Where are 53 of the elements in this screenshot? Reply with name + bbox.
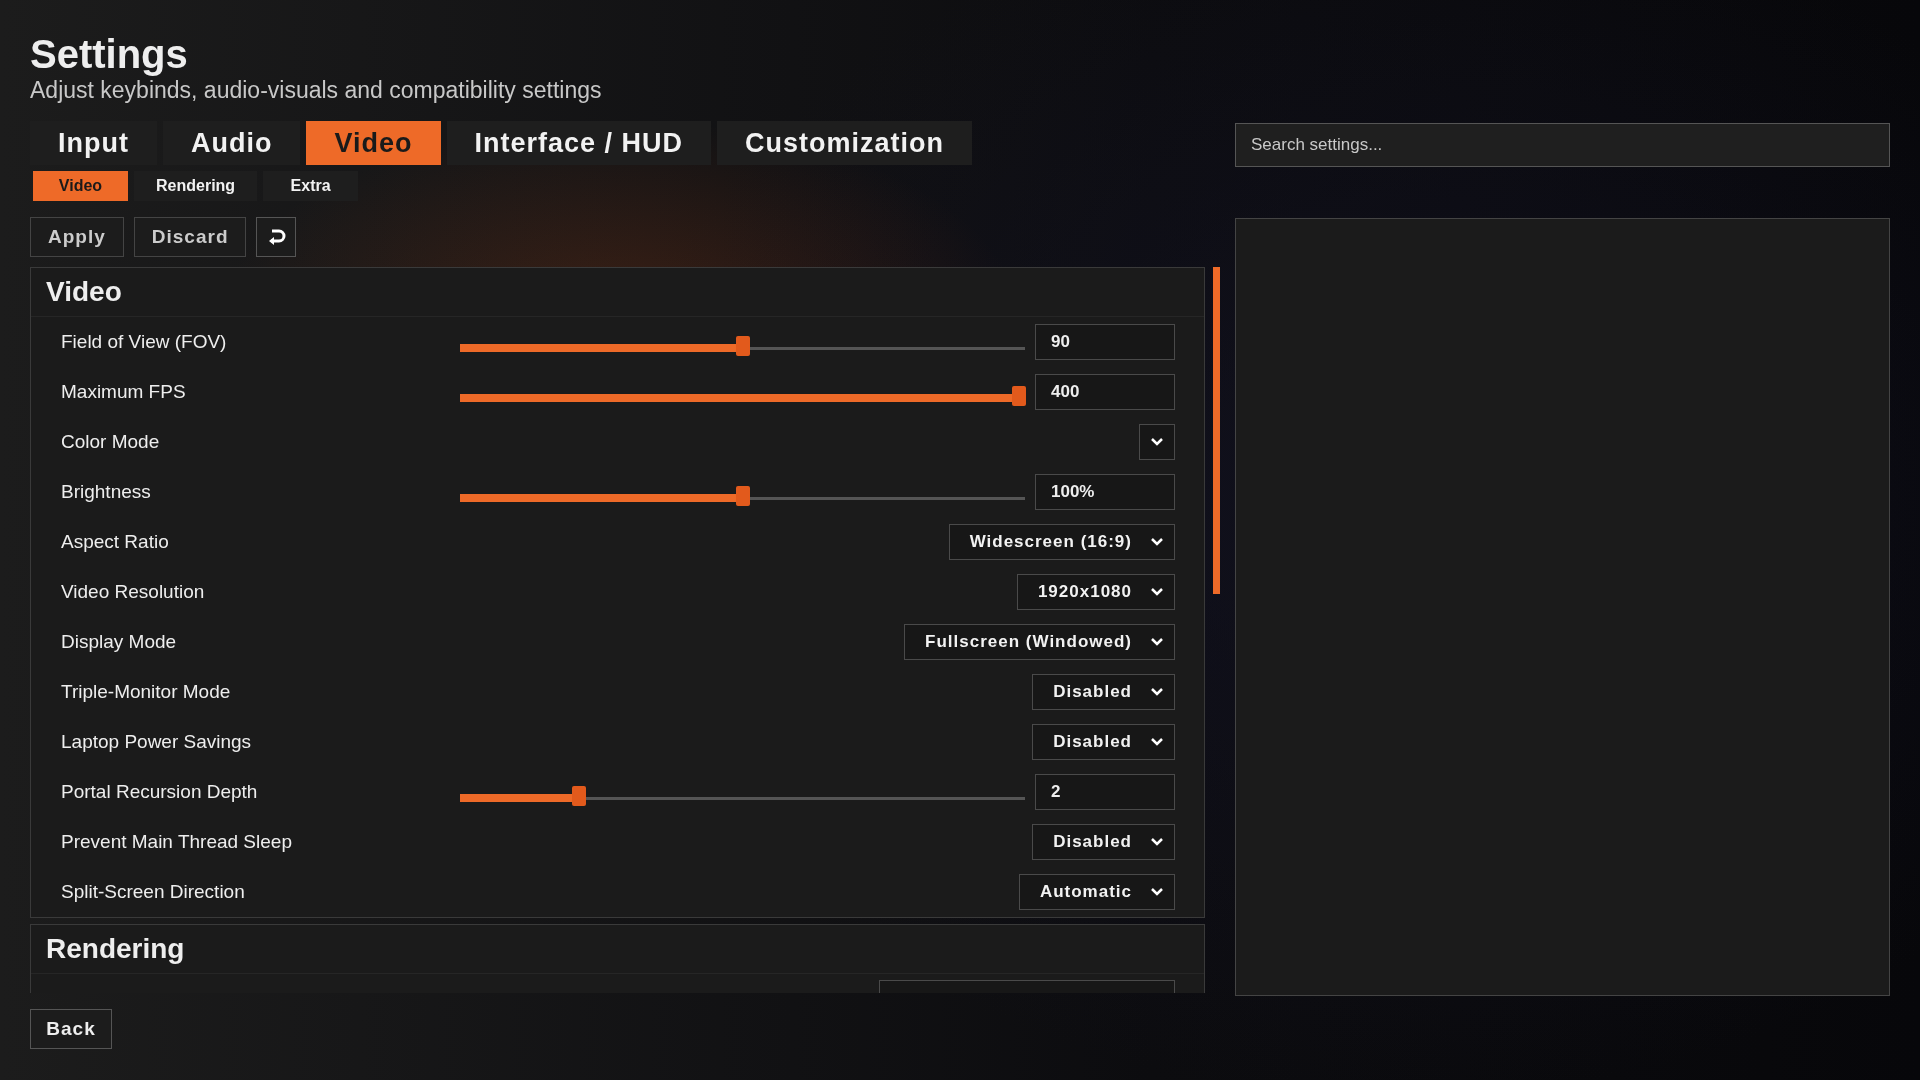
slider-handle[interactable]	[735, 336, 750, 356]
action-button[interactable]: Discard	[133, 217, 247, 257]
section-title: Video	[31, 268, 1204, 317]
setting-label: Prevent Main Thread Sleep	[61, 831, 293, 853]
search-field[interactable]: Search settings...	[1235, 123, 1890, 167]
chevron-down-icon	[1150, 437, 1164, 447]
setting-label: Aspect Ratio	[61, 531, 170, 553]
setting-label: Laptop Power Savings	[61, 731, 253, 753]
dropdown[interactable]: Widescreen (16:9)	[948, 524, 1175, 560]
dropdown[interactable]: 1920x1080	[1016, 574, 1175, 610]
setting-label: Color Mode	[61, 431, 161, 453]
page-subtitle: Adjust keybinds, audio-visuals and compatibility settings	[30, 76, 603, 104]
setting-label: Maximum FPS	[61, 381, 187, 403]
chevron-down-icon	[1150, 537, 1164, 547]
value-field[interactable]: 400	[1035, 374, 1175, 410]
dropdown[interactable]	[1139, 424, 1175, 460]
reset-button[interactable]	[256, 217, 297, 257]
dropdown[interactable]: Disabled	[1032, 824, 1175, 860]
value-field[interactable]: 90	[1035, 324, 1175, 360]
setting-label: Portal Recursion Depth	[61, 781, 259, 803]
setting-label: Field of View (FOV)	[61, 331, 228, 353]
chevron-down-icon	[1150, 737, 1164, 747]
dropdown[interactable]: Disabled	[1032, 724, 1175, 760]
setting-label: Display Mode	[61, 631, 178, 653]
section-title: Rendering	[31, 925, 1204, 974]
sub-tab[interactable]: Extra	[263, 171, 359, 201]
chevron-down-icon	[1150, 837, 1164, 847]
tab[interactable]: Audio	[163, 121, 301, 165]
setting-label: Triple-Monitor Mode	[61, 681, 232, 703]
setting-label: Brightness	[61, 481, 152, 503]
sub-tab[interactable]: Rendering	[134, 171, 258, 201]
value-field[interactable]: 100%	[1035, 474, 1175, 510]
tab[interactable]: Customization	[717, 121, 973, 165]
page-title: Settings	[30, 32, 189, 76]
sub-tab[interactable]: Video	[33, 171, 128, 201]
chevron-down-icon	[1150, 887, 1164, 897]
dropdown[interactable]: Disabled	[1032, 674, 1175, 710]
tab[interactable]: Interface / HUD	[446, 121, 712, 165]
action-button[interactable]: Apply	[30, 217, 124, 257]
slider-handle[interactable]	[571, 786, 586, 806]
setting-label: Split-Screen Direction	[61, 881, 246, 903]
value-field[interactable]: 2	[1035, 774, 1175, 810]
slider-handle[interactable]	[735, 486, 750, 506]
chevron-down-icon	[1150, 587, 1164, 597]
setting-label: Video Resolution	[61, 581, 206, 603]
chevron-down-icon	[1150, 687, 1164, 697]
dropdown[interactable]: Fullscreen (Windowed)	[904, 624, 1175, 660]
chevron-down-icon	[1150, 637, 1164, 647]
scrollbar[interactable]	[1213, 267, 1220, 594]
dropdown[interactable]: Automatic	[1018, 874, 1175, 910]
tab[interactable]: Video	[306, 121, 441, 165]
slider-handle[interactable]	[1012, 386, 1027, 406]
back-button[interactable]: Back	[30, 1009, 112, 1049]
